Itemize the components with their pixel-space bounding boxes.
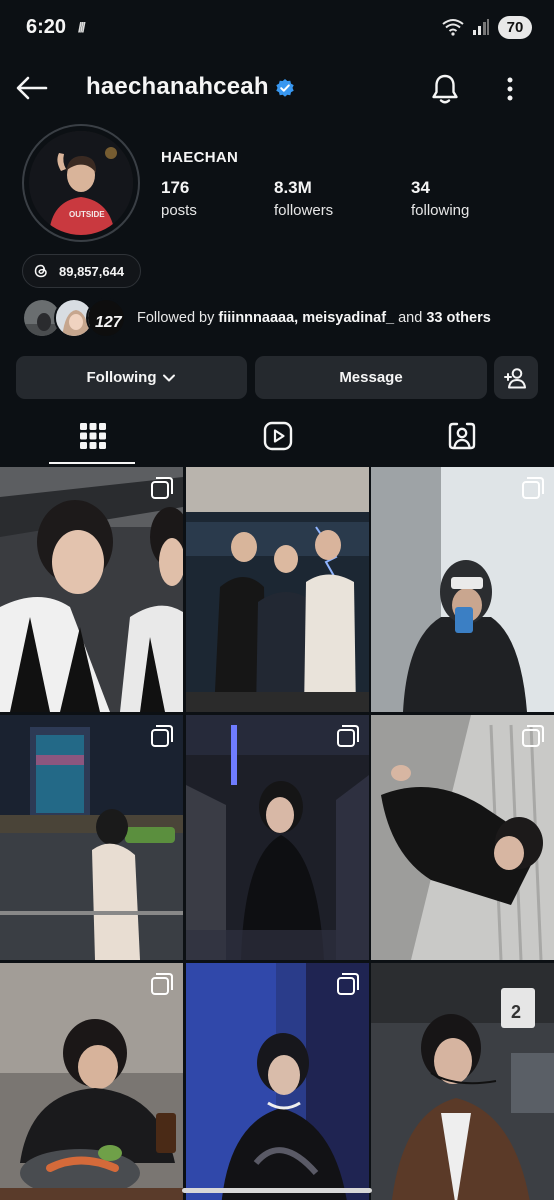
stat-followers-value: 8.3M [274,178,312,197]
profile-avatar[interactable]: OUTSIDE [22,124,140,242]
svg-text:2: 2 [511,1002,521,1022]
signal-icon [473,19,489,35]
carousel-icon [522,725,544,747]
post-mirror-selfie[interactable] [371,467,554,712]
message-button[interactable]: Message [255,356,487,399]
stat-posts-value: 176 [161,178,190,197]
stat-following-value: 34 [411,178,430,197]
following-button-label: Following [86,369,157,386]
post-city-night[interactable] [0,715,183,960]
mutual-avatar-3: 127 [86,298,126,338]
active-tab-indicator [49,462,135,464]
profile-username: haechanahceah [86,73,269,100]
notifications-button[interactable] [426,70,464,108]
followed-by-row[interactable]: 127 Followed by fiiinnnaaaa, meisyadinaf… [22,296,542,340]
home-indicator[interactable] [182,1188,372,1193]
profile-header: haechanahceah [0,62,554,114]
stat-following[interactable]: 34 following [411,178,469,219]
threads-badge[interactable]: 89,857,644 [22,254,141,288]
tab-tagged[interactable] [369,408,554,464]
bell-icon [432,74,458,104]
more-vertical-icon [507,77,513,101]
suggest-people-button[interactable] [494,356,538,399]
reels-icon [263,421,292,451]
threads-count: 89,857,644 [59,263,125,279]
profile-tabs [0,408,554,464]
post-blue-light[interactable] [185,963,369,1200]
carousel-icon [336,973,359,995]
post-group-photo[interactable] [185,467,369,712]
posts-grid: 2 [0,467,554,1200]
post-tunnel-leather[interactable] [185,715,369,960]
post-stage-performance[interactable] [0,467,183,712]
avatar-image: OUTSIDE [29,131,133,235]
stat-followers-label: followers [274,202,334,219]
post-brown-jacket[interactable]: 2 [371,963,554,1200]
mutual-avatars: 127 [22,296,128,340]
stat-followers[interactable]: 8.3M followers [274,178,333,219]
battery-indicator: 70 [498,15,532,39]
stat-posts[interactable]: 176 posts [161,178,197,219]
following-button[interactable]: Following [16,356,247,399]
stat-following-label: following [411,202,470,219]
svg-text:127: 127 [95,314,123,331]
back-arrow-icon [16,76,48,100]
carousel-icon [151,725,173,747]
message-button-label: Message [339,369,403,386]
threads-icon [34,264,47,278]
posts-grid-icon [79,423,106,449]
profile-display-name: HAECHAN [161,149,239,166]
stat-posts-label: posts [161,202,197,219]
tab-reels[interactable] [185,408,370,464]
chevron-down-icon [163,374,176,381]
post-lying-leather[interactable] [371,715,554,960]
verified-badge-icon [276,79,294,97]
wifi-icon [442,19,464,36]
status-notification-glyph: /// [78,19,86,35]
carousel-icon [151,973,173,995]
post-dinner[interactable] [0,963,183,1200]
add-person-icon [504,367,526,388]
more-options-button[interactable] [492,70,528,108]
tab-posts[interactable] [0,408,185,464]
carousel-icon [522,477,544,499]
back-button[interactable] [14,70,50,106]
status-time: 6:20 [26,15,67,38]
carousel-icon [336,725,359,747]
status-bar: 6:20 /// 70 [0,0,554,54]
carousel-icon [151,477,173,499]
svg-text:OUTSIDE: OUTSIDE [69,210,105,219]
followed-by-text: Followed by fiiinnnaaaa, meisyadinaf_ an… [137,310,491,326]
tagged-icon [448,422,475,450]
